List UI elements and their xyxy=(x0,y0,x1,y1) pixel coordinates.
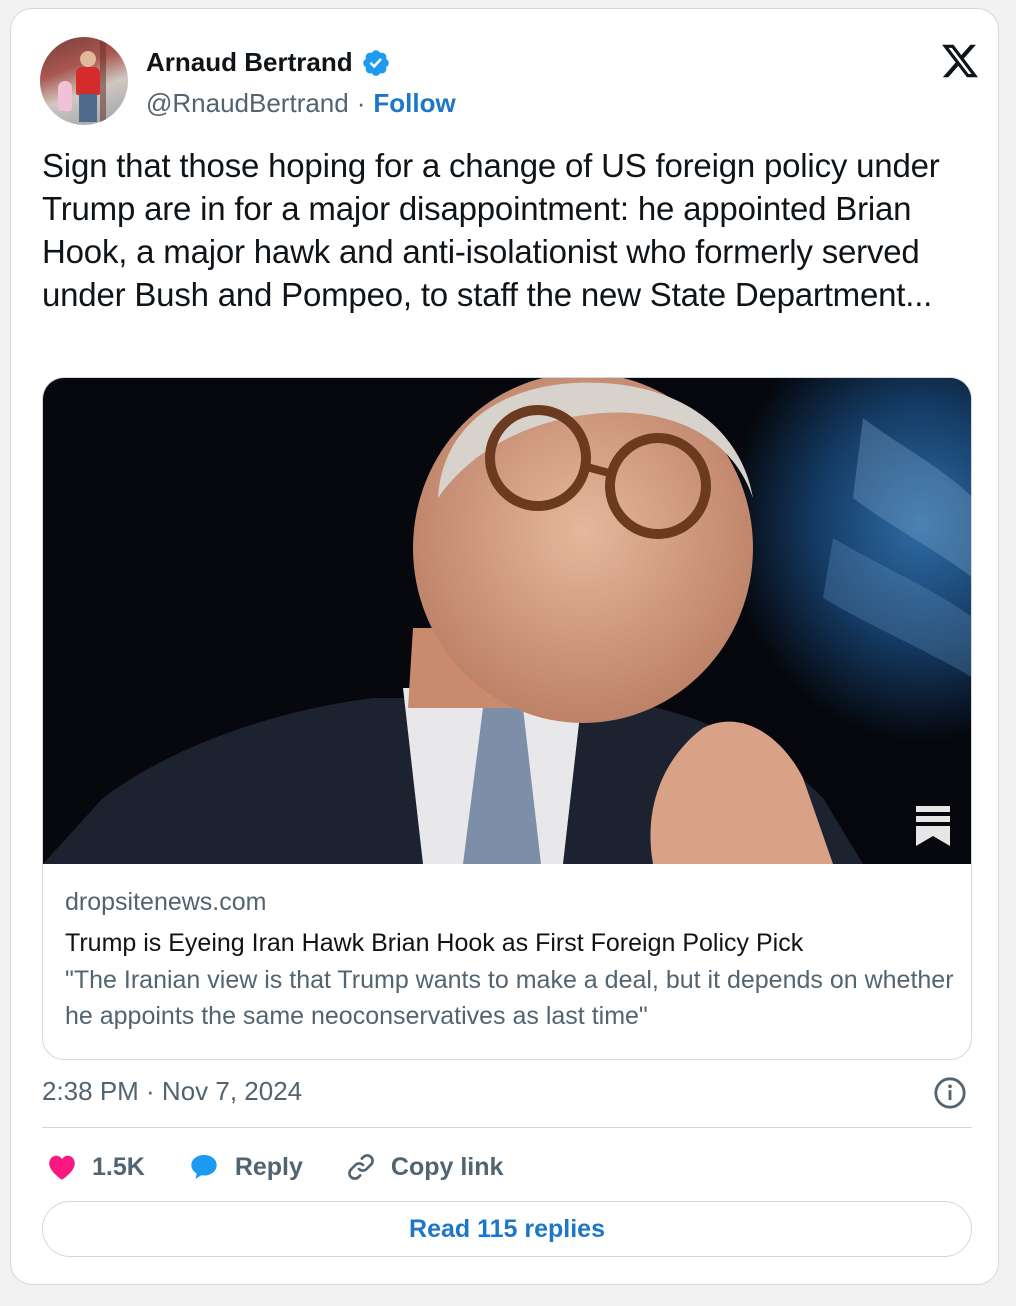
author-avatar[interactable] xyxy=(40,37,128,125)
copy-link-button[interactable]: Copy link xyxy=(345,1151,504,1183)
x-logo-icon[interactable] xyxy=(939,41,981,81)
divider xyxy=(42,1127,972,1128)
author-handle[interactable]: @RnaudBertrand xyxy=(146,88,349,119)
link-preview-meta: dropsitenews.com Trump is Eyeing Iran Ha… xyxy=(65,888,955,1034)
like-count: 1.5K xyxy=(92,1152,145,1181)
verified-badge-icon xyxy=(362,49,389,76)
link-preview-card[interactable]: dropsitenews.com Trump is Eyeing Iran Ha… xyxy=(42,377,972,1060)
link-icon xyxy=(348,1154,374,1180)
tweet-embed-card: Arnaud Bertrand @RnaudBertrand · Follow … xyxy=(10,8,999,1285)
tweet-text: Sign that those hoping for a change of U… xyxy=(42,147,940,313)
link-headline: Trump is Eyeing Iran Hawk Brian Hook as … xyxy=(65,929,804,957)
author-name[interactable]: Arnaud Bertrand xyxy=(146,47,353,78)
heart-icon xyxy=(49,1155,75,1180)
read-replies-button[interactable]: Read 115 replies xyxy=(42,1201,972,1257)
action-bar: 1.5K Reply Copy link xyxy=(46,1149,545,1185)
author-name-row: Arnaud Bertrand xyxy=(146,47,391,78)
article-photo xyxy=(43,378,971,864)
follow-link[interactable]: Follow xyxy=(373,88,455,119)
like-button[interactable]: 1.5K xyxy=(46,1151,145,1183)
reply-label: Reply xyxy=(234,1152,303,1181)
speech-bubble-icon xyxy=(191,1155,217,1179)
link-description: "The Iranian view is that Trump wants to… xyxy=(65,966,954,1030)
copy-link-label: Copy link xyxy=(390,1152,504,1181)
author-handle-row: @RnaudBertrand · Follow xyxy=(146,88,456,119)
tweet-timestamp[interactable]: 2:38 PM · Nov 7, 2024 xyxy=(42,1076,302,1107)
separator-dot: · xyxy=(356,88,366,118)
reply-button[interactable]: Reply xyxy=(187,1151,303,1183)
info-icon[interactable] xyxy=(933,1076,967,1110)
link-domain: dropsitenews.com xyxy=(65,888,267,916)
